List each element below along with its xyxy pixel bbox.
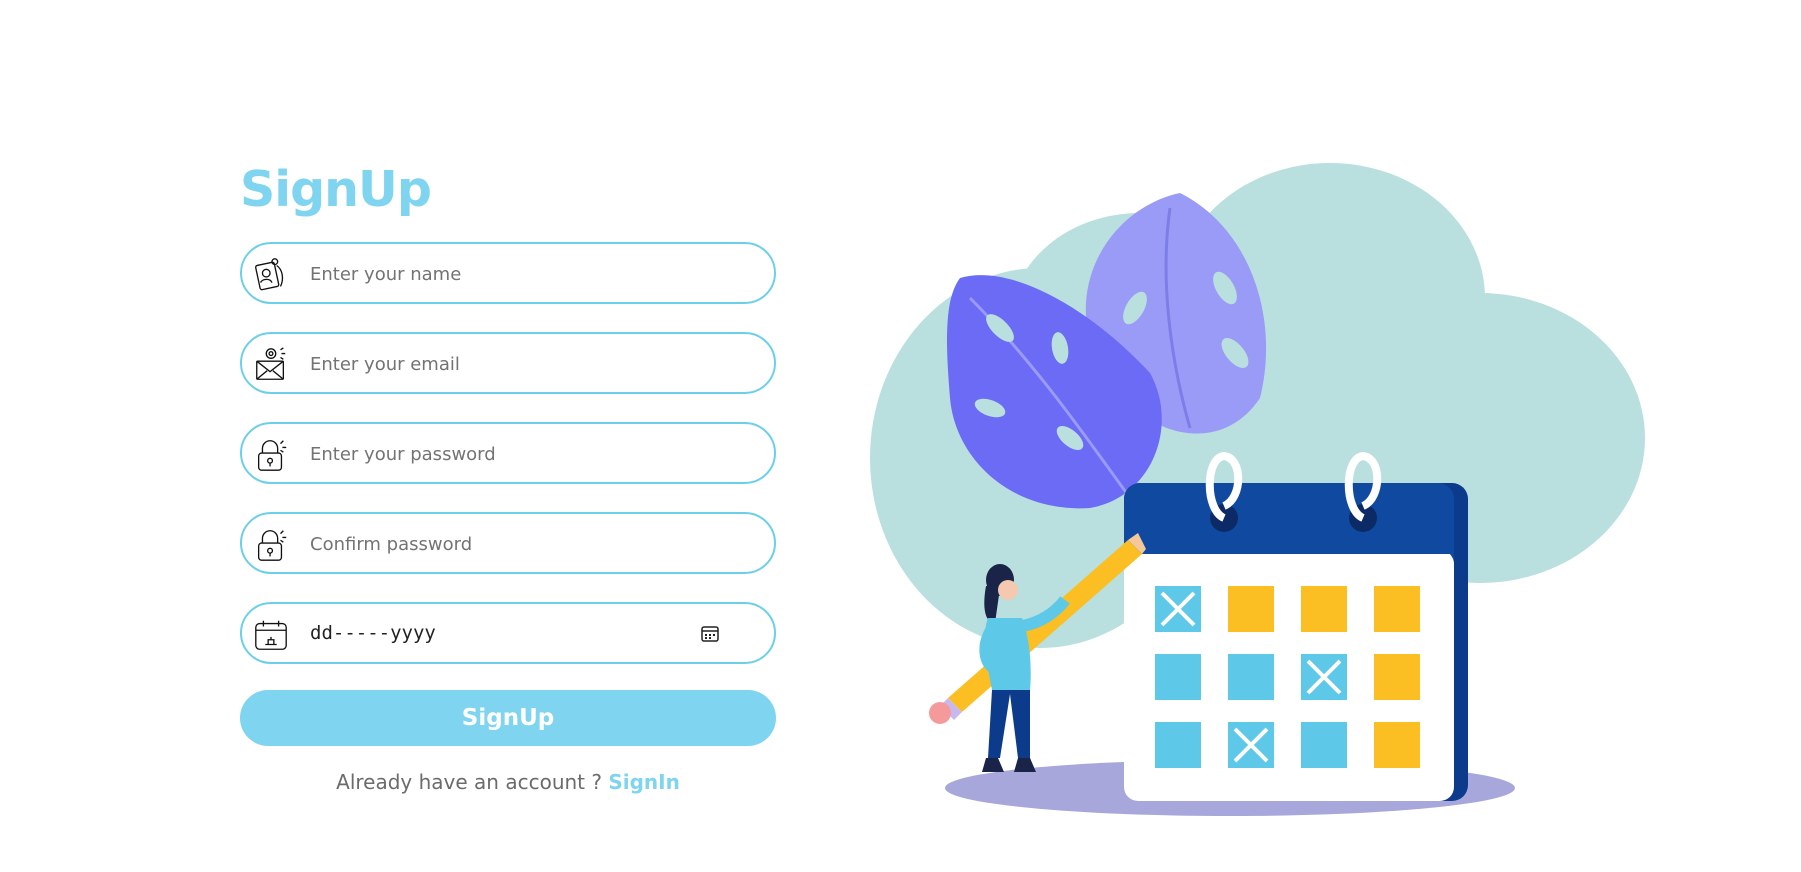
signin-link[interactable]: SignIn xyxy=(608,770,680,794)
name-input[interactable] xyxy=(308,244,712,304)
id-badge-icon xyxy=(252,256,290,294)
calendar-planning-illustration xyxy=(860,138,1650,818)
signin-prompt-text: Already have an account ? xyxy=(336,770,602,794)
confirm-password-field[interactable] xyxy=(240,512,776,574)
date-input-value[interactable]: dd-----yyyy xyxy=(310,622,436,644)
lock-icon xyxy=(252,526,290,564)
lock-icon xyxy=(252,436,290,474)
page-title: SignUp xyxy=(240,161,432,218)
email-input[interactable] xyxy=(308,334,712,394)
confirm-password-input[interactable] xyxy=(308,514,712,574)
calendar-picker-icon[interactable] xyxy=(700,624,720,644)
birthdate-field[interactable]: dd-----yyyy xyxy=(240,602,776,664)
password-field[interactable] xyxy=(240,422,776,484)
password-input[interactable] xyxy=(308,424,712,484)
signup-button[interactable]: SignUp xyxy=(240,690,776,746)
name-field[interactable] xyxy=(240,242,776,304)
signin-prompt: Already have an account ? SignIn xyxy=(240,770,776,794)
calendar-icon xyxy=(252,616,290,654)
email-field[interactable] xyxy=(240,332,776,394)
signup-form: SignUp Enter your name Enter your email … xyxy=(240,160,776,794)
mail-icon xyxy=(252,346,290,384)
